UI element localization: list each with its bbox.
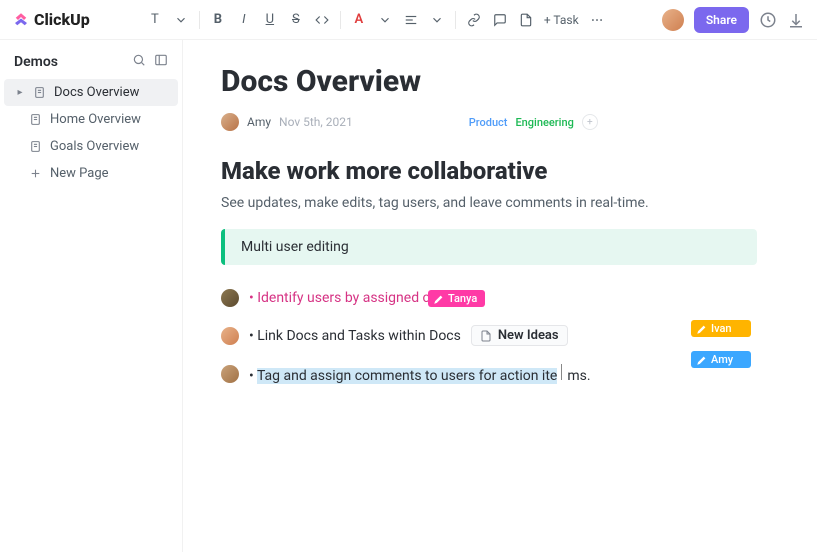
pencil-icon [434, 294, 444, 304]
panel-icon[interactable] [154, 52, 168, 71]
doc-icon [480, 330, 492, 342]
linked-task-chip[interactable]: New Ideas [471, 325, 568, 346]
section-subtext[interactable]: See updates, make edits, tag users, and … [221, 195, 757, 211]
link-button[interactable] [466, 8, 482, 32]
content-line-1[interactable]: Identify users by assigned colors. [221, 289, 757, 307]
sidebar-item-docs-overview[interactable]: ▸ Docs Overview [4, 79, 178, 106]
author-name: Amy [247, 115, 271, 129]
doc-title[interactable]: Docs Overview [221, 64, 757, 99]
strikethrough-button[interactable]: S [288, 8, 304, 32]
content-line-2[interactable]: Link Docs and Tasks within Docs New Idea… [221, 325, 757, 346]
text-cursor-icon [557, 364, 567, 380]
doc-icon [28, 140, 42, 154]
doc-date: Nov 5th, 2021 [279, 115, 353, 129]
sidebar-item-label: New Page [50, 166, 109, 181]
presence-tag-tanya: Tanya [428, 290, 485, 307]
chevron-down-icon[interactable] [377, 8, 393, 32]
user-avatar[interactable] [662, 9, 684, 31]
presence-tag-ivan: Ivan [691, 320, 751, 337]
export-icon[interactable] [787, 11, 805, 29]
doc-icon [32, 86, 46, 100]
page-button[interactable] [518, 8, 534, 32]
more-icon[interactable] [589, 8, 605, 32]
presence-tag-amy: Amy [691, 351, 751, 368]
caret-icon: ▸ [16, 87, 24, 98]
add-task-button[interactable]: + Task [544, 13, 579, 27]
app-name: ClickUp [34, 10, 90, 29]
collaborator-avatar [221, 365, 239, 383]
sidebar-item-label: Docs Overview [54, 85, 139, 100]
callout-block[interactable]: Multi user editing [221, 229, 757, 265]
align-button[interactable] [403, 8, 419, 32]
search-icon[interactable] [132, 52, 146, 71]
text-style-button[interactable]: T [147, 8, 163, 32]
topbar-right: Share [662, 7, 805, 33]
history-icon[interactable] [759, 11, 777, 29]
top-bar: ClickUp T B I U S A + Task [0, 0, 817, 40]
author-avatar[interactable] [221, 113, 239, 131]
comment-button[interactable] [492, 8, 508, 32]
callout-text: Multi user editing [241, 239, 349, 255]
chevron-down-icon[interactable] [429, 8, 445, 32]
line-text: Link Docs and Tasks within Docs [249, 328, 461, 344]
tag-product[interactable]: Product [469, 116, 508, 129]
sidebar-item-home-overview[interactable]: Home Overview [0, 106, 182, 133]
document-content: Docs Overview Amy Nov 5th, 2021 Product … [183, 40, 817, 552]
clickup-logo-icon [12, 11, 30, 29]
bold-button[interactable]: B [210, 8, 226, 32]
sidebar-item-label: Home Overview [50, 112, 141, 127]
plus-icon [28, 167, 42, 181]
collaborator-avatar [221, 327, 239, 345]
tag-engineering[interactable]: Engineering [515, 116, 573, 129]
section-heading[interactable]: Make work more collaborative [221, 157, 757, 185]
content-line-3[interactable]: • Tag and assign comments to users for a… [221, 364, 757, 384]
text-color-button[interactable]: A [351, 8, 367, 32]
italic-button[interactable]: I [236, 8, 252, 32]
line-text: • Tag and assign comments to users for a… [249, 364, 591, 384]
sidebar-new-page[interactable]: New Page [0, 160, 182, 187]
pencil-icon [697, 355, 707, 365]
sidebar: Demos ▸ Docs Overview Home Overview Goal… [0, 40, 183, 552]
collaborator-avatar [221, 289, 239, 307]
app-logo[interactable]: ClickUp [12, 10, 90, 29]
pencil-icon [697, 324, 707, 334]
doc-icon [28, 113, 42, 127]
sidebar-item-goals-overview[interactable]: Goals Overview [0, 133, 182, 160]
doc-meta: Amy Nov 5th, 2021 Product Engineering + [221, 113, 757, 131]
share-button[interactable]: Share [694, 7, 749, 33]
underline-button[interactable]: U [262, 8, 278, 32]
chip-label: New Ideas [498, 328, 559, 343]
editor-toolbar: T B I U S A + Task [90, 8, 662, 32]
sidebar-title: Demos [14, 54, 58, 70]
add-tag-button[interactable]: + [582, 114, 598, 130]
sidebar-item-label: Goals Overview [50, 139, 139, 154]
code-button[interactable] [314, 8, 330, 32]
chevron-down-icon[interactable] [173, 8, 189, 32]
